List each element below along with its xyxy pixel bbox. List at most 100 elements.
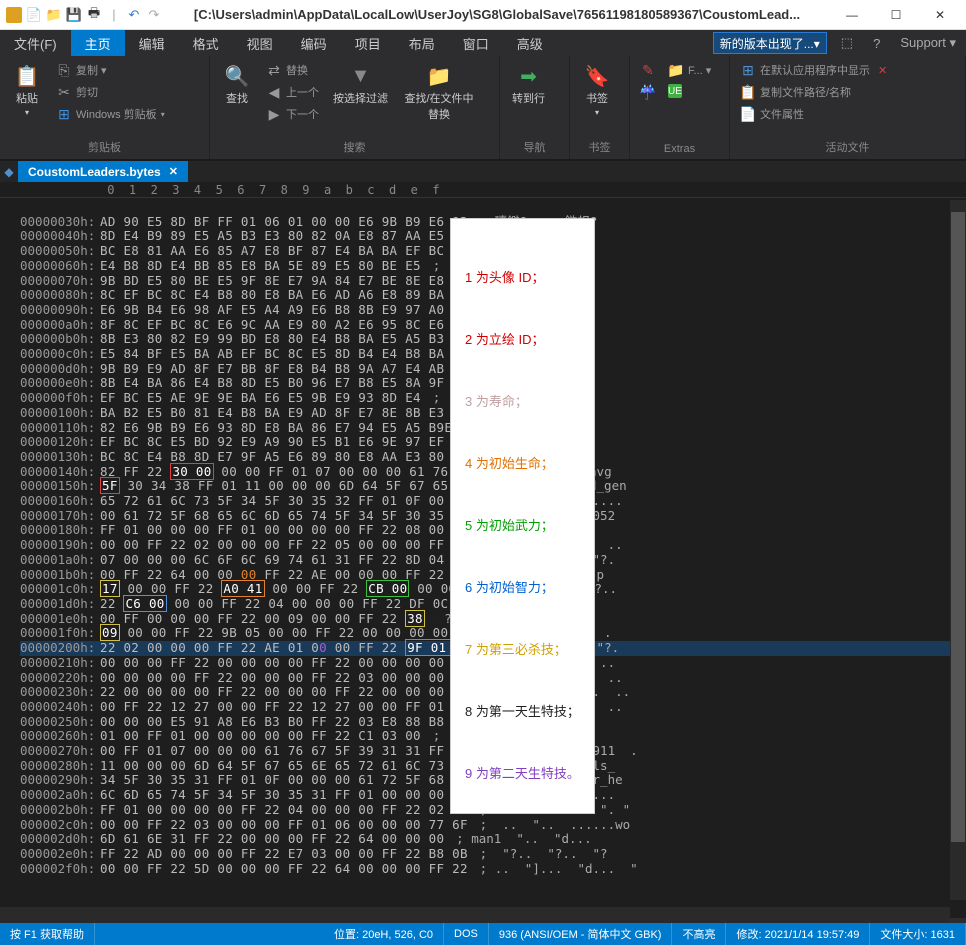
- filter-icon: ▼: [349, 64, 373, 88]
- menu-support[interactable]: Support ▾: [890, 30, 966, 56]
- scrollbar-vertical[interactable]: [950, 200, 966, 900]
- new-icon[interactable]: 📄: [26, 7, 42, 23]
- update-notice[interactable]: 新的版本出现了...▾: [713, 32, 827, 54]
- next-button[interactable]: ▶下一个: [262, 104, 323, 124]
- menu-advanced[interactable]: 高级: [503, 30, 557, 56]
- close-button[interactable]: ✕: [918, 1, 962, 29]
- minimize-button[interactable]: —: [830, 1, 874, 29]
- paste-button[interactable]: 📋 粘贴 ▾: [6, 60, 48, 121]
- find-icon: 🔍: [225, 64, 249, 88]
- legend-6: 6 为初始智力；: [465, 578, 580, 598]
- tab-close-icon[interactable]: ✕: [169, 165, 178, 178]
- app-icon: [6, 7, 22, 23]
- menu-window[interactable]: 窗口: [449, 30, 503, 56]
- extras-3[interactable]: UE: [664, 82, 715, 100]
- menu-edit[interactable]: 编辑: [125, 30, 179, 56]
- paste-icon: 📋: [15, 64, 39, 88]
- folder-icon: 📁: [668, 62, 684, 78]
- props-icon: 📄: [740, 106, 756, 122]
- maximize-button[interactable]: ☐: [874, 1, 918, 29]
- copy-button[interactable]: ⎘复制 ▾: [52, 60, 169, 80]
- menu-layout[interactable]: 布局: [395, 30, 449, 56]
- legend-1: 1 为头像 ID；: [465, 268, 580, 288]
- menu-encoding[interactable]: 编码: [287, 30, 341, 56]
- menu-format[interactable]: 格式: [179, 30, 233, 56]
- group-bookmarks: 书签: [570, 137, 629, 159]
- legend-overlay: 1 为头像 ID； 2 为立绘 ID； 3 为寿命； 4 为初始生命； 5 为初…: [450, 218, 595, 814]
- status-pos: 位置: 20eH, 526, C0: [324, 923, 444, 945]
- legend-9: 9 为第二天生特技。: [465, 764, 580, 784]
- extras-f[interactable]: 📁F... ▾: [664, 60, 715, 80]
- x-icon[interactable]: ✕: [878, 64, 887, 77]
- status-help: 按 F1 获取帮助: [0, 923, 95, 945]
- sep: |: [106, 7, 122, 23]
- redo-icon[interactable]: ↷: [146, 7, 162, 23]
- scrollbar-horizontal[interactable]: [0, 907, 950, 923]
- hex-ruler: 0 1 2 3 4 5 6 7 8 9 a b c d e f: [0, 182, 966, 198]
- titlebar: 📄 📁 💾 🖶 | ↶ ↷ [C:\Users\admin\AppData\Lo…: [0, 0, 966, 30]
- menu-file[interactable]: 文件(F): [0, 30, 71, 56]
- goto-icon: ➡: [517, 64, 541, 88]
- copy-path-icon: 📋: [740, 84, 756, 100]
- file-tab[interactable]: CoustomLeaders.bytes ✕: [18, 161, 188, 182]
- ue-icon: UE: [668, 84, 682, 98]
- paste-label: 粘贴: [16, 90, 38, 106]
- menubar: 文件(F) 主页 编辑 格式 视图 编码 项目 布局 窗口 高级 新的版本出现了…: [0, 30, 966, 56]
- menu-help-icon[interactable]: ?: [863, 30, 890, 56]
- menu-home[interactable]: 主页: [71, 30, 125, 56]
- bookmark-icon: 🔖: [585, 64, 609, 88]
- legend-8: 8 为第一天生特技；: [465, 702, 580, 722]
- copy-path[interactable]: 📋复制文件路径/名称: [736, 82, 891, 102]
- extras-2[interactable]: ☔: [636, 82, 660, 102]
- group-extras: Extras: [630, 141, 729, 159]
- copy-icon: ⎘: [56, 62, 72, 78]
- menu-view[interactable]: 视图: [233, 30, 287, 56]
- legend-2: 2 为立绘 ID；: [465, 330, 580, 350]
- open-default[interactable]: ⊞在默认应用程序中显示✕: [736, 60, 891, 80]
- group-search: 搜索: [210, 137, 499, 159]
- extras-1[interactable]: ✎: [636, 60, 660, 80]
- windows-icon: ⊞: [56, 106, 72, 122]
- group-activefile: 活动文件: [730, 137, 965, 159]
- tab-nav-icon[interactable]: ◆: [0, 161, 18, 182]
- file-props[interactable]: 📄文件属性: [736, 104, 891, 124]
- filter-button[interactable]: ▼按选择过滤: [327, 60, 394, 110]
- save-icon[interactable]: 💾: [66, 7, 82, 23]
- winclip-button[interactable]: ⊞Windows 剪贴板▾: [52, 104, 169, 124]
- cut-icon: ✂: [56, 84, 72, 100]
- prev-icon: ◀: [266, 84, 282, 100]
- legend-5: 5 为初始武力；: [465, 516, 580, 536]
- tabbar: ◆ CoustomLeaders.bytes ✕: [0, 160, 966, 182]
- next-icon: ▶: [266, 106, 282, 122]
- status-hl: 不高亮: [672, 923, 726, 945]
- open-icon[interactable]: 📁: [46, 7, 62, 23]
- find-button[interactable]: 🔍查找: [216, 60, 258, 110]
- scrollbar-thumb[interactable]: [951, 212, 965, 842]
- legend-4: 4 为初始生命；: [465, 454, 580, 474]
- cut-button[interactable]: ✂剪切: [52, 82, 169, 102]
- status-size: 文件大小: 1631: [870, 923, 966, 945]
- legend-7: 7 为第三必杀技；: [465, 640, 580, 660]
- bookmark-button[interactable]: 🔖书签▾: [576, 60, 618, 121]
- replace-button[interactable]: ⇄替换: [262, 60, 323, 80]
- folder-search-icon: 📁: [427, 64, 451, 88]
- pencil-icon: ✎: [640, 62, 656, 78]
- findinfiles-button[interactable]: 📁查找/在文件中替换: [398, 60, 480, 126]
- status-mod: 修改: 2021/1/14 19:57:49: [726, 923, 870, 945]
- goto-button[interactable]: ➡转到行: [506, 60, 551, 110]
- statusbar: 按 F1 获取帮助 位置: 20eH, 526, C0 DOS 936 (ANS…: [0, 923, 966, 945]
- replace-icon: ⇄: [266, 62, 282, 78]
- ribbon: 📋 粘贴 ▾ ⎘复制 ▾ ✂剪切 ⊞Windows 剪贴板▾ 剪贴板 🔍查找 ⇄…: [0, 56, 966, 160]
- prev-button[interactable]: ◀上一个: [262, 82, 323, 102]
- print-icon[interactable]: 🖶: [86, 7, 102, 23]
- menu-icon-1[interactable]: ⬚: [831, 30, 863, 56]
- rain-icon: ☔: [640, 84, 656, 100]
- status-dos: DOS: [444, 923, 489, 945]
- tab-label: CoustomLeaders.bytes: [28, 165, 161, 179]
- hex-editor[interactable]: 00000030h:AD 90 E5 8D BF FF 01 06 01 00 …: [0, 198, 966, 918]
- undo-icon[interactable]: ↶: [126, 7, 142, 23]
- status-cp: 936 (ANSI/OEM - 简体中文 GBK): [489, 923, 673, 945]
- window-title: [C:\Users\admin\AppData\LocalLow\UserJoy…: [164, 7, 830, 22]
- group-clipboard: 剪贴板: [0, 137, 209, 159]
- menu-project[interactable]: 项目: [341, 30, 395, 56]
